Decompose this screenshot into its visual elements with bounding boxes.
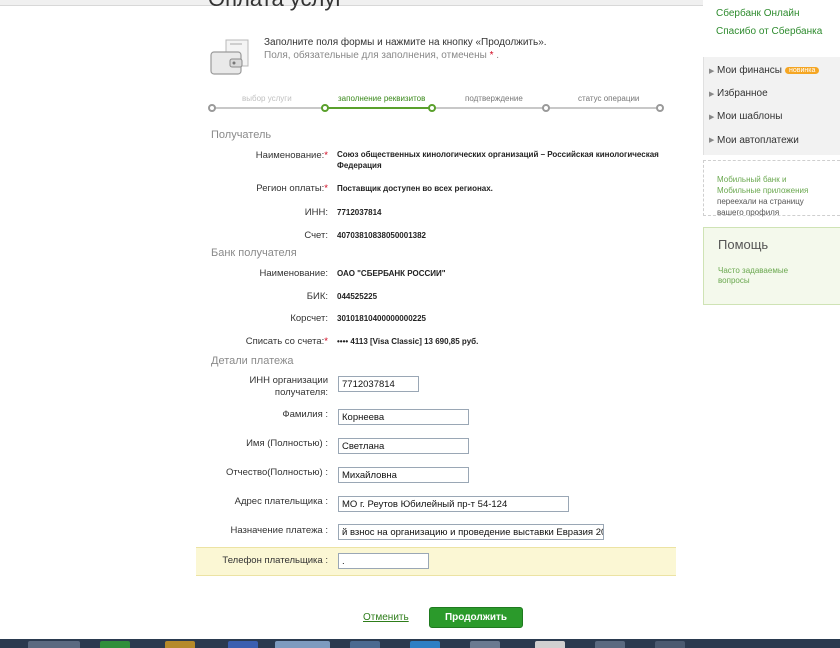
sidebar-item-autopayments[interactable]: Мои автоплатежи [717,135,799,146]
section-recipient: Получатель [211,129,272,141]
debit-account-value: •••• 4113 [Visa Classic] 13 690,85 руб. [337,337,479,346]
sidebar-item-favorites[interactable]: Избранное [717,88,768,99]
taskbar-button[interactable] [535,641,565,648]
payment-page: Оплата услуг Заполните поля формы и нажм… [0,0,840,648]
sidebar-top-links: Сбербанк Онлайн Спасибо от Сбербанка [703,0,840,46]
step-dot-1 [208,104,216,112]
intro-required-note: Поля, обязательные для заполнения, отмеч… [264,50,499,61]
required-star: * [324,183,328,194]
surname-input[interactable]: Корнеева [338,409,469,425]
bik-label: БИК: [306,291,328,302]
mobile-bank-notice: Мобильный банк и Мобильные приложения пе… [703,160,840,217]
step-label-status: статус операции [578,94,640,103]
region-label: Регион оплаты:* [256,183,328,194]
taskbar-button[interactable] [595,641,625,648]
section-bank: Банк получателя [211,247,297,259]
spasibo-link[interactable]: Спасибо от Сбербанка [716,26,822,37]
sberbank-online-link[interactable]: Сбербанк Онлайн [716,8,800,19]
taskbar-button[interactable] [28,641,80,648]
surname-label: Фамилия : [282,409,328,420]
cancel-link[interactable]: Отменить [363,612,409,623]
step-dot-4 [542,104,550,112]
phone-label: Телефон плательщика : [222,555,328,566]
bank-name-value: ОАО "СБЕРБАНК РОССИИ" [337,269,446,278]
intro-period: . [496,50,500,61]
step-label-select-service: выбор услуги [242,94,292,103]
required-star: * [489,50,494,61]
recipient-account-value: 40703810838050001382 [337,231,426,240]
step-line-1 [212,107,325,109]
recipient-name-label: Наименование:* [256,150,328,161]
step-dot-3 [428,104,436,112]
recipient-inn-label: ИНН: [304,207,328,218]
taskbar-button[interactable] [228,641,258,648]
purpose-input[interactable]: й взнос на организацию и проведение выст… [338,524,604,540]
taskbar-button[interactable] [410,641,440,648]
purpose-label: Назначение платежа : [230,525,328,536]
os-taskbar [0,639,840,648]
step-dot-2 [321,104,329,112]
recipient-name-value: Союз общественных кинологических организ… [337,150,659,170]
bik-value: 044525225 [337,292,378,301]
address-input[interactable]: МО г. Реутов Юбилейный пр-т 54-124 [338,496,569,512]
patronymic-input[interactable]: Михайловна [338,467,469,483]
first-name-label: Имя (Полностью) : [246,438,328,449]
arrow-right-icon: ▶ [709,91,715,98]
corr-account-value: 30101810400000000225 [337,314,426,323]
new-badge: новинка [784,67,820,74]
taskbar-button[interactable] [100,641,130,648]
mobile-bank-link[interactable]: Мобильный банк и Мобильные приложения [717,175,808,195]
intro-required-text: Поля, обязательные для заполнения, отмеч… [264,50,487,61]
step-label-confirm: подтверждение [465,94,523,103]
mobile-bank-notice-text: переехали на страницу вашего профиля [717,197,804,217]
first-name-input[interactable]: Светлана [338,438,469,454]
step-line-active [325,105,432,111]
required-star: * [324,336,328,347]
org-inn-label-line2: получателя: [274,387,328,398]
sidebar-item-templates[interactable]: Мои шаблоны [717,111,782,122]
corr-account-label: Корсчет: [290,313,328,324]
taskbar-button[interactable] [275,641,330,648]
help-title: Помощь [718,237,769,252]
address-label: Адрес плательщика : [234,496,328,507]
bank-name-label: Наименование: [259,268,329,279]
region-label-text: Регион оплаты: [256,183,325,194]
page-title: Оплата услуг [208,0,343,12]
taskbar-button[interactable] [655,641,685,648]
continue-button[interactable]: Продолжить [429,607,523,628]
faq-link[interactable]: Часто задаваемые вопросы [718,266,808,286]
wallet-form-icon [210,39,249,75]
recipient-account-label: Счет: [304,230,328,241]
debit-account-label-text: Списать со счета: [245,336,325,347]
progress-stepper: выбор услуги заполнение реквизитов подтв… [208,92,664,114]
org-inn-label-line1: ИНН организации [249,375,328,386]
section-payment-details: Детали платежа [211,355,294,367]
recipient-inn-value: 7712037814 [337,208,382,217]
patronymic-label: Отчество(Полностью) : [225,467,328,478]
taskbar-button[interactable] [165,641,195,648]
arrow-right-icon: ▶ [709,114,715,121]
step-dot-5 [656,104,664,112]
sidebar-menu: ▶ Мои финансы новинка ▶ Избранное ▶ Мои ш… [703,57,840,155]
phone-input[interactable]: . [338,553,429,569]
right-sidebar: Сбербанк Онлайн Спасибо от Сбербанка ▶ М… [703,0,840,648]
org-inn-input[interactable]: 7712037814 [338,376,419,392]
required-star: * [324,150,328,161]
taskbar-button[interactable] [350,641,380,648]
sidebar-item-label: Мои финансы [717,65,782,76]
arrow-right-icon: ▶ [709,137,715,144]
step-label-fill-details: заполнение реквизитов [338,94,426,103]
intro-instruction: Заполните поля формы и нажмите на кнопку… [264,37,547,48]
region-value: Поставщик доступен во всех регионах. [337,184,493,193]
arrow-right-icon: ▶ [709,68,715,75]
recipient-name-label-text: Наименование: [255,150,325,161]
help-box: Помощь Часто задаваемые вопросы [703,227,840,305]
taskbar-button[interactable] [470,641,500,648]
sidebar-item-my-finances[interactable]: Мои финансы новинка [717,65,820,76]
debit-account-label: Списать со счета:* [246,336,328,347]
